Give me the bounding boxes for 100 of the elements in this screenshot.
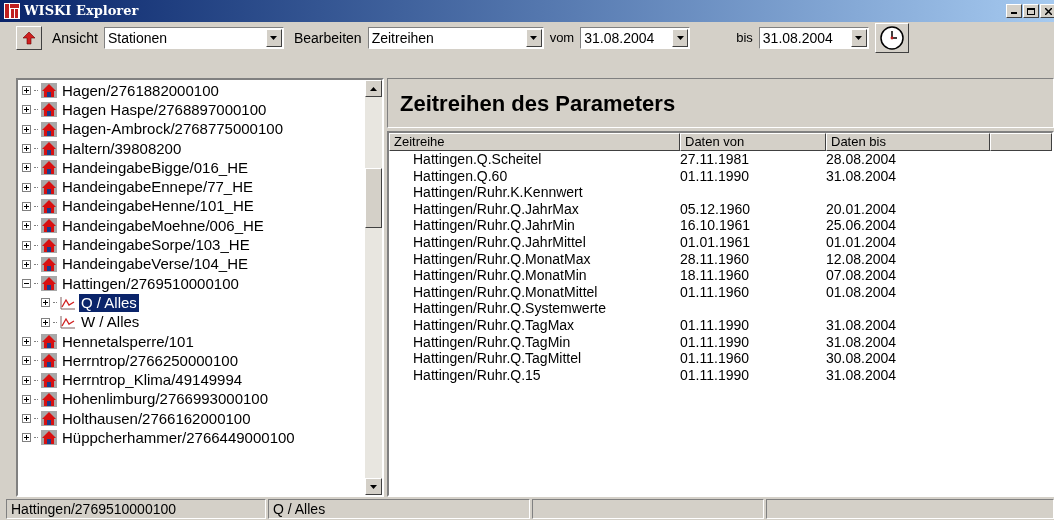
table-cell: 20.01.2004 <box>826 200 897 217</box>
tree-item[interactable]: Hagen-Ambrock/2768775000100 <box>60 120 285 139</box>
table-cell: Hattingen/Ruhr.Q.Systemwerte <box>413 300 606 317</box>
house-icon <box>41 276 57 292</box>
close-icon <box>1044 7 1052 15</box>
tree-item[interactable]: Q / Alles <box>79 293 139 312</box>
tree-item[interactable]: Herrntrop/2766250000100 <box>60 351 240 370</box>
house-icon <box>41 160 57 176</box>
view-label: Ansicht <box>52 29 98 48</box>
expand-icon[interactable] <box>22 414 31 424</box>
house-icon <box>41 353 57 369</box>
caret-icon <box>270 36 278 40</box>
dropdown-button[interactable] <box>850 29 867 47</box>
expand-icon[interactable] <box>22 124 31 134</box>
tree-item[interactable]: Hagen Haspe/2768897000100 <box>60 100 269 119</box>
expand-icon[interactable] <box>22 144 31 154</box>
table-cell: 01.11.1990 <box>680 167 750 184</box>
close-button[interactable] <box>1040 4 1054 18</box>
expand-icon[interactable] <box>22 356 31 366</box>
line-graph-icon <box>60 295 76 310</box>
expand-icon[interactable] <box>22 163 31 173</box>
tree-item[interactable]: Haltern/39808200 <box>60 139 184 158</box>
table-cell: 01.01.2004 <box>826 233 897 250</box>
table-cell: Hattingen/Ruhr.Q.MonatMax <box>413 250 591 267</box>
house-icon <box>41 372 57 388</box>
table-cell: Hattingen/Ruhr.Q.15 <box>413 366 541 383</box>
table-cell: Hattingen.Q.60 <box>413 167 508 184</box>
table-cell: 12.08.2004 <box>826 250 897 267</box>
table-cell: Hattingen/Ruhr.Q.TagMax <box>413 316 575 333</box>
tree-item[interactable]: HandeingabeHenne/101_HE <box>60 197 256 216</box>
scroll-thumb[interactable] <box>365 167 382 228</box>
expand-icon[interactable] <box>41 317 50 327</box>
tree-item[interactable]: Herrntrop_Klima/49149994 <box>60 371 245 390</box>
caret-icon <box>855 36 863 40</box>
house-icon <box>41 334 57 349</box>
table-cell: 07.08.2004 <box>826 267 897 284</box>
scroll-up-button[interactable] <box>365 80 382 97</box>
tree-item[interactable]: W / Alles <box>79 313 142 332</box>
expand-icon[interactable] <box>22 433 31 443</box>
table-cell: 31.08.2004 <box>826 366 897 383</box>
edit-label: Bearbeiten <box>293 29 362 48</box>
tree-item[interactable]: HandeingabeMoehne/006_HE <box>60 216 266 235</box>
tree-item[interactable]: HandeingabeVerse/104_HE <box>60 255 250 274</box>
expand-icon[interactable] <box>22 182 31 192</box>
collapse-icon[interactable] <box>22 279 31 289</box>
expand-icon[interactable] <box>22 201 31 211</box>
clock-icon <box>879 26 904 50</box>
dropdown-button[interactable] <box>672 29 689 47</box>
expand-icon[interactable] <box>41 298 50 308</box>
tree-item[interactable]: Hennetalsperre/101 <box>60 332 196 351</box>
table-cell: Hattingen/Ruhr.Q.JahrMax <box>413 200 579 217</box>
expand-icon[interactable] <box>22 86 31 96</box>
expand-icon[interactable] <box>22 105 31 115</box>
expand-icon[interactable] <box>22 394 31 404</box>
scroll-down-button[interactable] <box>365 478 382 495</box>
expand-icon[interactable] <box>22 337 31 346</box>
expand-icon[interactable] <box>22 221 31 231</box>
table-cell: 01.11.1990 <box>680 316 750 333</box>
tree-item[interactable]: Hattingen/2769510000100 <box>60 274 241 293</box>
table-cell: 31.08.2004 <box>826 333 897 350</box>
column-header[interactable]: Daten bis <box>826 133 990 151</box>
dropdown-button[interactable] <box>525 29 542 47</box>
house-icon <box>41 102 57 118</box>
table-cell: 01.01.1961 <box>680 233 751 250</box>
expand-icon[interactable] <box>22 259 31 269</box>
tree-item[interactable]: HandeingabeBigge/016_HE <box>60 158 250 177</box>
scrollbar[interactable] <box>365 80 382 495</box>
minimize-button[interactable] <box>1006 4 1022 18</box>
table-cell: 01.11.1990 <box>680 366 750 383</box>
expand-icon[interactable] <box>22 375 31 385</box>
table-cell: 31.08.2004 <box>826 167 897 184</box>
tree-item[interactable]: Hüppcherhammer/2766449000100 <box>60 429 297 447</box>
caret-icon <box>530 36 538 40</box>
tree-item[interactable]: Hohenlimburg/2766993000100 <box>60 390 270 409</box>
maximize-button[interactable] <box>1023 4 1039 18</box>
up-button[interactable] <box>16 26 42 50</box>
column-header[interactable]: Daten von <box>680 133 826 151</box>
tree-item[interactable]: HandeingabeSorpe/103_HE <box>60 236 252 254</box>
house-icon <box>41 179 57 195</box>
from-label: vom <box>549 29 575 47</box>
dropdown-button[interactable] <box>265 29 282 47</box>
table-cell: 01.08.2004 <box>826 283 897 300</box>
expand-icon[interactable] <box>22 240 31 250</box>
caret-icon <box>676 36 684 40</box>
status-pane: Q / Alles <box>268 499 530 519</box>
house-icon <box>41 256 57 272</box>
tree-item[interactable]: HandeingabeEnnepe/77_HE <box>60 178 255 197</box>
down-caret-icon <box>370 484 377 489</box>
table-cell: 28.08.2004 <box>826 151 897 167</box>
tree-item[interactable]: Hagen/2761882000100 <box>60 81 221 100</box>
house-icon <box>41 141 57 157</box>
table-cell: 30.08.2004 <box>826 350 897 367</box>
maximize-icon <box>1027 7 1035 15</box>
tree-item[interactable]: Holthausen/2766162000100 <box>60 409 253 428</box>
table-cell: 01.11.1960 <box>680 350 750 367</box>
house-icon <box>41 121 57 137</box>
clock-button[interactable] <box>874 23 909 53</box>
house-icon <box>41 391 57 407</box>
table-cell: 18.11.1960 <box>680 267 750 284</box>
column-header[interactable]: Zeitreihe <box>389 133 680 151</box>
